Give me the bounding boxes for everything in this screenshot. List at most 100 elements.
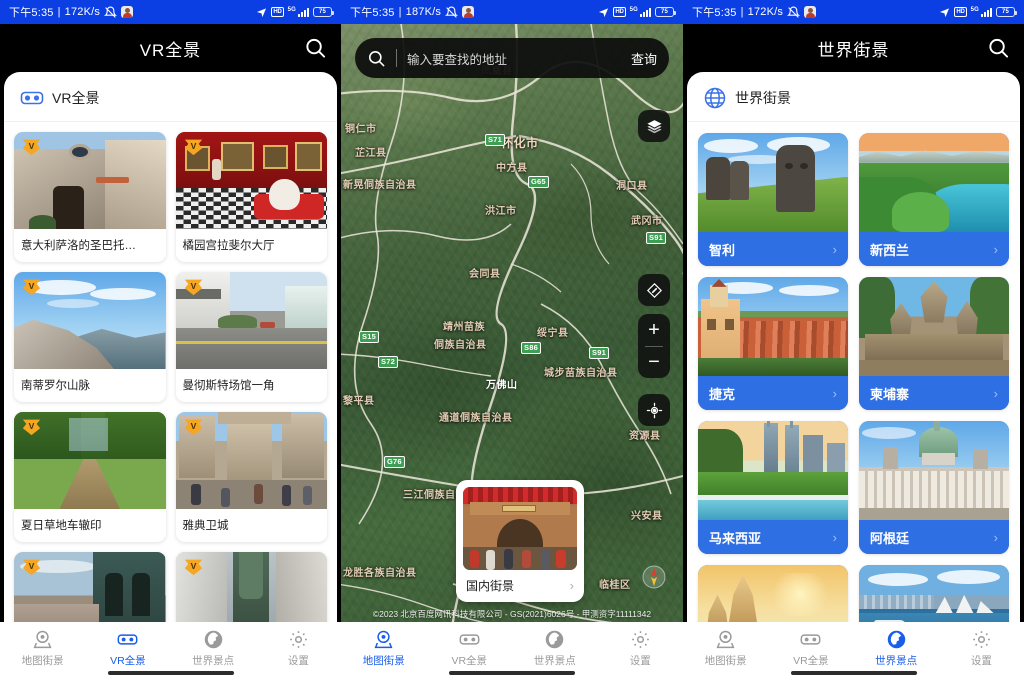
map-label: 芷江县: [355, 148, 387, 159]
vr-card-title: 雅典卫城: [182, 520, 229, 532]
world-card[interactable]: 智利 ›: [698, 133, 848, 266]
hd-icon: HD: [613, 7, 626, 17]
nav-label: VR全景: [110, 655, 146, 667]
map-zoom-in-button[interactable]: +: [638, 314, 670, 346]
map-layers-button[interactable]: [638, 110, 670, 142]
vr-card[interactable]: V 南蒂罗尔山脉: [14, 272, 166, 402]
road-badge: G65: [528, 176, 549, 188]
map-zoom-controls[interactable]: + −: [638, 314, 670, 378]
page-title: 世界街景: [817, 40, 890, 60]
world-card-footer: 智利 ›: [698, 232, 848, 266]
vr-goggles-icon: [800, 629, 821, 650]
search-divider: [396, 49, 397, 67]
map-label: 侗族自治县: [434, 340, 487, 351]
three-phone-screenshots: 下午5:35 | 172K/s HD 5G 75 VR全景 VR全景 V 意大利…: [0, 0, 1024, 682]
world-card-label: 马来西亚: [709, 530, 762, 546]
chevron-right-icon: ›: [832, 529, 837, 545]
road-badge: S86: [521, 342, 541, 354]
vr-card-title: 南蒂罗尔山脉: [21, 380, 90, 392]
nav-label: 设置: [970, 655, 992, 667]
vr-goggles-icon: [20, 86, 44, 110]
world-card[interactable]: 新西兰 ›: [859, 133, 1009, 266]
world-card[interactable]: 柬埔寨 ›: [859, 277, 1009, 410]
vr-card[interactable]: V 橘园宫拉斐尔大厅: [175, 132, 327, 262]
map-label: 黎平县: [343, 396, 375, 407]
nav-item-world-spots[interactable]: 世界景点: [512, 629, 598, 668]
home-indicator: [449, 671, 575, 675]
vr-card[interactable]: V 意大利萨洛的圣巴托…: [14, 132, 166, 262]
nav-item-settings[interactable]: 设置: [939, 629, 1024, 668]
vr-card-title: 橘园宫拉斐尔大厅: [182, 240, 275, 252]
map-label: 武冈市: [631, 216, 663, 227]
vr-section-label: VR全景: [52, 90, 100, 106]
world-section-header: 世界街景: [687, 72, 1020, 122]
search-icon[interactable]: [987, 37, 1010, 60]
nav-label: 世界景点: [533, 655, 576, 667]
map-label: 兴安县: [631, 511, 663, 522]
map-label: 靖州苗族: [443, 322, 485, 333]
signal-bars-icon: [981, 7, 992, 17]
search-submit-button[interactable]: 查询: [631, 49, 657, 68]
vr-badge-icon: V: [183, 277, 204, 296]
street-view-poi-card[interactable]: 国内街景 ›: [456, 480, 584, 602]
world-card-footer: 捷克 ›: [698, 376, 848, 410]
nav-item-map-street[interactable]: 地图街景: [0, 629, 85, 668]
battery-icon: 75: [996, 7, 1017, 17]
world-card-footer: 阿根廷 ›: [859, 520, 1009, 554]
search-icon[interactable]: [304, 37, 327, 60]
nav-item-world-spots[interactable]: 世界景点: [854, 629, 939, 668]
map-label: 万佛山: [486, 380, 518, 391]
nav-item-settings[interactable]: 设置: [598, 629, 684, 668]
panel-map-street-view: 下午5:35 | 187K/s HD 5G 75 铜仁市 怀化市 中方县 洪江市…: [341, 0, 683, 682]
vr-thumbnail: V: [175, 272, 327, 369]
world-card-footer: 马来西亚 ›: [698, 520, 848, 554]
nav-label: 世界景点: [192, 655, 235, 667]
page-title: VR全景: [139, 40, 202, 60]
home-indicator: [790, 671, 917, 675]
map-pin-icon: [715, 629, 736, 650]
search-icon[interactable]: [367, 49, 386, 68]
nav-item-vr-panorama[interactable]: VR全景: [85, 629, 170, 668]
vr-app-header: VR全景: [0, 24, 341, 72]
world-card[interactable]: 阿根廷 ›: [859, 421, 1009, 554]
nav-item-vr-panorama[interactable]: VR全景: [768, 629, 853, 668]
location-arrow-icon: [256, 7, 267, 18]
chevron-right-icon: ›: [569, 578, 574, 593]
vr-section-header: VR全景: [4, 72, 337, 122]
avatar-icon: [462, 6, 475, 18]
world-thumbnail: [698, 133, 848, 232]
nav-item-map-street[interactable]: 地图街景: [341, 629, 427, 668]
nav-item-map-street[interactable]: 地图街景: [683, 629, 768, 668]
status-bar-left: 下午5:35 | 187K/s: [350, 4, 475, 20]
svg-text:V: V: [190, 141, 196, 151]
nav-item-vr-panorama[interactable]: VR全景: [427, 629, 513, 668]
world-card[interactable]: 马来西亚 ›: [698, 421, 848, 554]
world-card-label: 柬埔寨: [870, 386, 910, 402]
world-section-label: 世界街景: [735, 90, 791, 106]
map-attribution: ©2023 北京百度网讯科技有限公司 - GS(2021)6026号 - 甲测资…: [372, 609, 652, 619]
vr-badge-icon: V: [183, 557, 204, 576]
map-locate-button[interactable]: [638, 394, 670, 426]
map-canvas[interactable]: 凤凰县 铜仁市 怀化市 中方县 洪江市 会同县 芷江县 新晃侗族自治县 洞口县 …: [341, 24, 683, 682]
vr-card[interactable]: V 曼彻斯特场馆一角: [175, 272, 327, 402]
nav-item-world-spots[interactable]: 世界景点: [171, 629, 256, 668]
world-card[interactable]: 捷克 ›: [698, 277, 848, 410]
svg-text:V: V: [190, 281, 196, 291]
map-compass-button[interactable]: [638, 274, 670, 306]
vr-card[interactable]: V 夏日草地车辙印: [14, 412, 166, 542]
map-label: 临桂区: [599, 580, 631, 591]
chevron-right-icon: ›: [993, 241, 998, 257]
search-input[interactable]: 输入要查找的地址: [407, 49, 631, 68]
mute-bell-icon: [787, 6, 801, 19]
map-search-bar[interactable]: 输入要查找的地址 查询: [355, 38, 669, 78]
vr-card[interactable]: V 雅典卫城: [175, 412, 327, 542]
gear-icon: [288, 629, 309, 650]
nav-item-settings[interactable]: 设置: [256, 629, 341, 668]
road-badge: S71: [485, 134, 505, 146]
world-card-footer: 柬埔寨 ›: [859, 376, 1009, 410]
zoom-out-label: −: [648, 351, 660, 374]
poi-thumbnail: [463, 487, 577, 570]
nav-label: 地图街景: [704, 655, 747, 667]
svg-text:V: V: [29, 141, 35, 151]
map-zoom-out-button[interactable]: −: [638, 346, 670, 378]
